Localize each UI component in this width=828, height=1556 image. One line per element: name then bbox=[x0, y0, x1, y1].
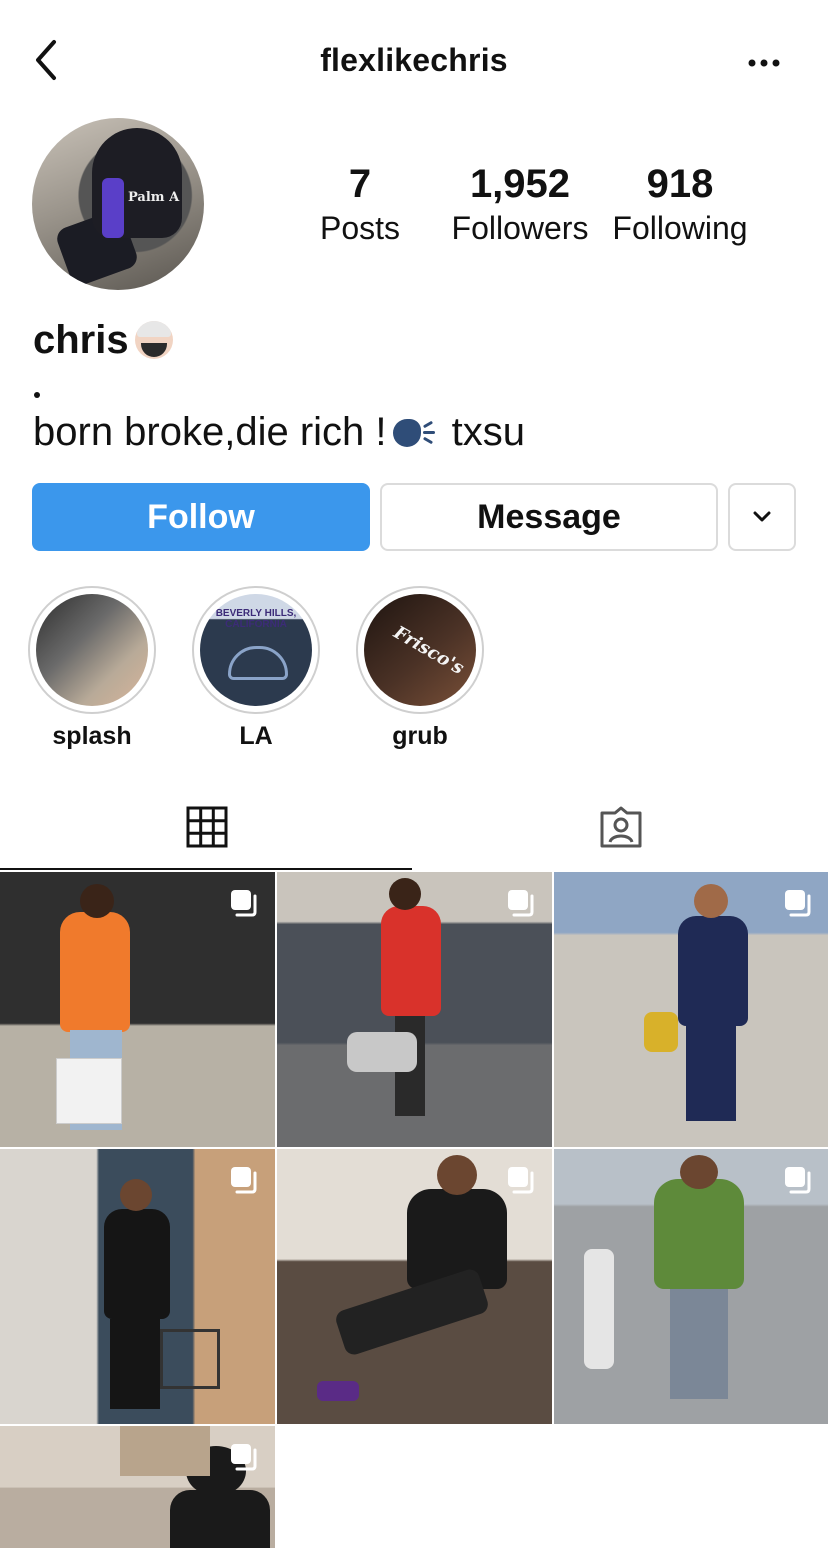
profile-tabs bbox=[0, 782, 828, 872]
follow-button[interactable]: Follow bbox=[32, 483, 370, 551]
tagged-person-icon bbox=[600, 806, 642, 848]
highlight-la[interactable]: BEVERLY HILLS, CALIFORNIA LA bbox=[191, 586, 321, 751]
followers-stat[interactable]: 1,952 Followers bbox=[448, 160, 592, 248]
posts-stat: 7 Posts bbox=[312, 160, 408, 248]
highlight-label: LA bbox=[239, 722, 273, 750]
multiple-photos-icon bbox=[508, 1167, 534, 1194]
speaking-head-emoji-icon bbox=[391, 415, 437, 449]
highlight-cover-image bbox=[36, 594, 148, 706]
tab-tagged[interactable] bbox=[414, 782, 828, 872]
bio-text-prefix: born broke,die rich ! bbox=[33, 410, 387, 454]
highlight-label: splash bbox=[52, 722, 132, 750]
followers-count: 1,952 bbox=[469, 162, 571, 206]
post-thumbnail-6[interactable] bbox=[554, 1149, 828, 1424]
profile-username: flexlikechris bbox=[320, 42, 508, 78]
highlight-logo-text: Frisco's bbox=[389, 622, 468, 679]
highlight-label: grub bbox=[392, 722, 448, 750]
bio-text-suffix: txsu bbox=[440, 410, 525, 454]
followers-label: Followers bbox=[451, 210, 589, 246]
multiple-photos-icon bbox=[231, 890, 257, 917]
multiple-photos-icon bbox=[785, 890, 811, 917]
bottom-spacer bbox=[0, 1548, 828, 1556]
posts-count: 7 bbox=[348, 162, 372, 206]
highlight-ring: BEVERLY HILLS, CALIFORNIA bbox=[192, 586, 320, 714]
bio-dot bbox=[34, 392, 40, 398]
more-options-icon[interactable] bbox=[740, 48, 788, 78]
profile-name: chris bbox=[33, 318, 173, 363]
active-tab-indicator bbox=[0, 868, 412, 870]
profile-avatar[interactable]: Palm A bbox=[32, 118, 204, 290]
highlight-sign-text: BEVERLY HILLS, CALIFORNIA bbox=[215, 608, 297, 630]
highlight-ring: Frisco's bbox=[356, 586, 484, 714]
post-thumbnail-4[interactable] bbox=[0, 1149, 275, 1424]
highlight-cover-image: BEVERLY HILLS, CALIFORNIA bbox=[200, 594, 312, 706]
highlight-grub[interactable]: Frisco's grub bbox=[355, 586, 485, 751]
multiple-photos-icon bbox=[785, 1167, 811, 1194]
multiple-photos-icon bbox=[231, 1167, 257, 1194]
highlight-ring bbox=[28, 586, 156, 714]
following-label: Following bbox=[612, 210, 748, 246]
profile-name-text: chris bbox=[33, 318, 129, 362]
following-stat[interactable]: 918 Following bbox=[606, 160, 754, 248]
post-thumbnail-2[interactable] bbox=[277, 872, 552, 1147]
bearded-man-emoji-icon bbox=[134, 321, 173, 359]
tab-posts-grid[interactable] bbox=[0, 782, 414, 872]
post-thumbnail-7[interactable] bbox=[0, 1426, 275, 1548]
posts-label: Posts bbox=[319, 210, 401, 246]
chevron-down-icon bbox=[753, 511, 771, 522]
top-bar: flexlikechris bbox=[0, 0, 828, 120]
highlight-cover-image: Frisco's bbox=[364, 594, 476, 706]
post-thumbnail-5[interactable] bbox=[277, 1149, 552, 1424]
suggested-accounts-button[interactable] bbox=[728, 483, 796, 551]
following-count: 918 bbox=[646, 162, 714, 206]
multiple-photos-icon bbox=[508, 890, 534, 917]
post-thumbnail-1[interactable] bbox=[0, 872, 275, 1147]
profile-bio: born broke,die rich ! txsu bbox=[33, 408, 525, 456]
post-thumbnail-3[interactable] bbox=[554, 872, 828, 1147]
multiple-photos-icon bbox=[231, 1444, 257, 1471]
message-button[interactable]: Message bbox=[380, 483, 718, 551]
grid-icon bbox=[186, 806, 228, 848]
highlight-splash[interactable]: splash bbox=[27, 586, 157, 751]
